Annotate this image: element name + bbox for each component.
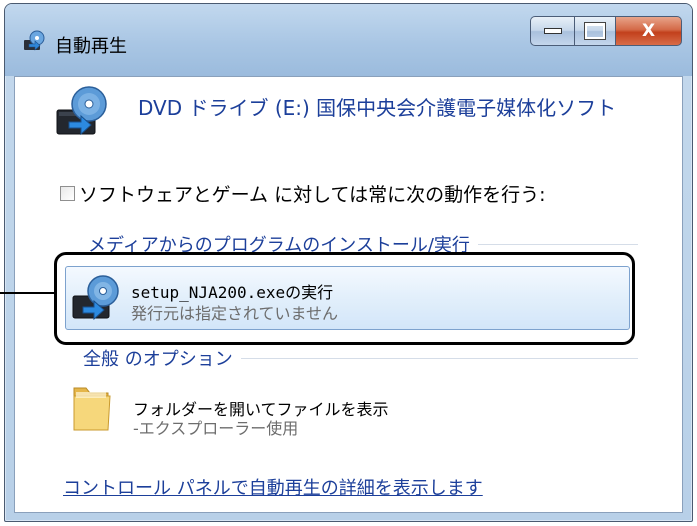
dvd-drive-icon — [56, 86, 107, 136]
general-section-divider — [240, 357, 638, 359]
always-option-row[interactable]: ソフトウェアとゲーム に対しては常に次の動作を行う: — [60, 180, 546, 207]
folder-icon — [73, 387, 111, 431]
maximize-icon — [584, 22, 606, 40]
close-button[interactable]: X — [616, 16, 682, 46]
general-section-header: 全般 のオプション — [83, 345, 638, 371]
always-option-label[interactable]: ソフトウェアとゲーム に対しては常に次の動作を行う: — [79, 180, 546, 207]
autoplay-icon — [24, 30, 45, 51]
window-title: 自動再生 — [55, 36, 127, 57]
minimize-button[interactable] — [530, 16, 574, 46]
always-option-checkbox[interactable] — [60, 186, 75, 201]
control-panel-link[interactable]: コントロール パネルで自動再生の詳細を表示します — [63, 474, 483, 500]
media-section-divider — [477, 243, 638, 245]
close-icon: X — [641, 21, 656, 41]
dvd-install-icon — [72, 275, 119, 321]
caption-buttons: X — [530, 16, 682, 46]
open-folder-sublabel: -エクスプローラー使用 — [133, 419, 299, 438]
install-option-publisher: 発行元は指定されていません — [131, 304, 339, 323]
maximize-button[interactable] — [574, 16, 616, 46]
install-option[interactable]: setup_NJA200.exeの実行 発行元は指定されていません — [65, 266, 630, 330]
minimize-icon — [543, 28, 562, 34]
title-bar[interactable]: 自動再生 X — [5, 4, 692, 76]
general-section-title: 全般 のオプション — [83, 349, 233, 370]
callout-pointer-line — [0, 292, 56, 294]
device-title: DVD ドライブ (E:) 国保中央会介護電子媒体化ソフト — [138, 96, 617, 120]
